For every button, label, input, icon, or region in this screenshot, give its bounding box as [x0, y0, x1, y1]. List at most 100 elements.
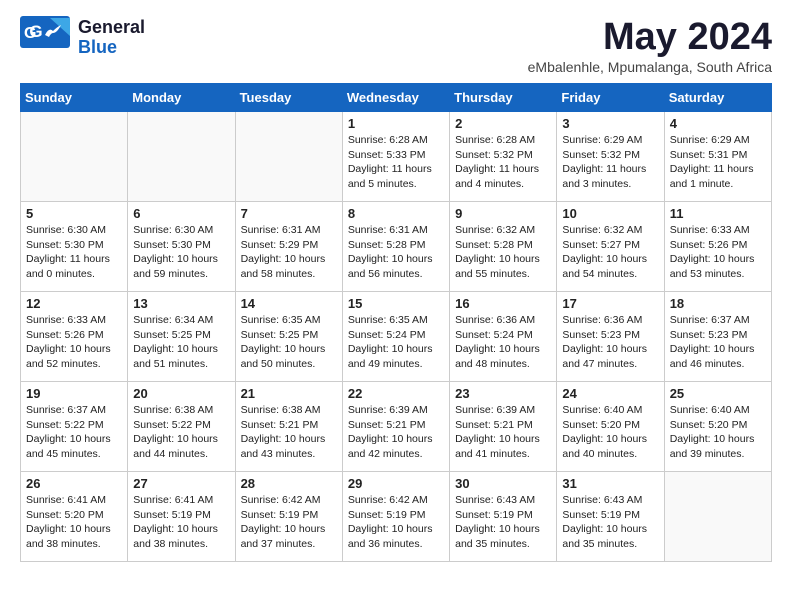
day-number: 2: [455, 116, 551, 131]
calendar-cell: 8Sunrise: 6:31 AMSunset: 5:28 PMDaylight…: [342, 202, 449, 292]
day-number: 4: [670, 116, 766, 131]
day-info: Sunrise: 6:33 AMSunset: 5:26 PMDaylight:…: [26, 313, 122, 372]
day-number: 15: [348, 296, 444, 311]
day-number: 23: [455, 386, 551, 401]
day-number: 16: [455, 296, 551, 311]
day-number: 3: [562, 116, 658, 131]
day-info: Sunrise: 6:37 AMSunset: 5:23 PMDaylight:…: [670, 313, 766, 372]
calendar-cell: 19 Sunrise: 6:37 AMSunset: 5:22 PMDayligh…: [21, 382, 128, 472]
location: eMbalenhle, Mpumalanga, South Africa: [528, 59, 772, 75]
title-section: May 2024 eMbalenhle, Mpumalanga, South A…: [528, 16, 772, 75]
calendar-table: SundayMondayTuesdayWednesdayThursdayFrid…: [20, 83, 772, 562]
calendar-cell: [235, 112, 342, 202]
page-header: G G General Blue May 2024 eMbalenhle, Mp…: [0, 0, 792, 83]
weekday-header-row: SundayMondayTuesdayWednesdayThursdayFrid…: [21, 84, 772, 112]
logo-text-general: General: [78, 18, 145, 38]
calendar-cell: 18 Sunrise: 6:37 AMSunset: 5:23 PMDayligh…: [664, 292, 771, 382]
day-info: Sunrise: 6:37 AMSunset: 5:22 PMDaylight:…: [26, 403, 122, 462]
day-number: 12: [26, 296, 122, 311]
day-number: 19: [26, 386, 122, 401]
day-info: Sunrise: 6:30 AMSunset: 5:30 PMDaylight:…: [26, 223, 122, 282]
calendar-cell: [21, 112, 128, 202]
calendar-cell: 26 Sunrise: 6:41 AMSunset: 5:20 PMDayligh…: [21, 472, 128, 562]
calendar-cell: 25 Sunrise: 6:40 AMSunset: 5:20 PMDayligh…: [664, 382, 771, 472]
day-number: 28: [241, 476, 337, 491]
day-number: 10: [562, 206, 658, 221]
day-info: Sunrise: 6:34 AMSunset: 5:25 PMDaylight:…: [133, 313, 229, 372]
day-number: 27: [133, 476, 229, 491]
weekday-header-sunday: Sunday: [21, 84, 128, 112]
calendar-cell: 10 Sunrise: 6:32 AMSunset: 5:27 PMDayligh…: [557, 202, 664, 292]
calendar-cell: 23 Sunrise: 6:39 AMSunset: 5:21 PMDayligh…: [450, 382, 557, 472]
day-info: Sunrise: 6:42 AMSunset: 5:19 PMDaylight:…: [348, 493, 444, 552]
calendar-cell: 16 Sunrise: 6:36 AMSunset: 5:24 PMDayligh…: [450, 292, 557, 382]
day-number: 8: [348, 206, 444, 221]
day-number: 1: [348, 116, 444, 131]
day-info: Sunrise: 6:35 AMSunset: 5:25 PMDaylight:…: [241, 313, 337, 372]
weekday-header-thursday: Thursday: [450, 84, 557, 112]
day-info: Sunrise: 6:30 AMSunset: 5:30 PMDaylight:…: [133, 223, 229, 282]
calendar-cell: 7Sunrise: 6:31 AMSunset: 5:29 PMDaylight…: [235, 202, 342, 292]
calendar-cell: 12 Sunrise: 6:33 AMSunset: 5:26 PMDayligh…: [21, 292, 128, 382]
day-info: Sunrise: 6:36 AMSunset: 5:24 PMDaylight:…: [455, 313, 551, 372]
day-info: Sunrise: 6:38 AMSunset: 5:21 PMDaylight:…: [241, 403, 337, 462]
day-number: 21: [241, 386, 337, 401]
day-number: 22: [348, 386, 444, 401]
day-number: 7: [241, 206, 337, 221]
calendar-cell: 15 Sunrise: 6:35 AMSunset: 5:24 PMDayligh…: [342, 292, 449, 382]
calendar-cell: 14 Sunrise: 6:35 AMSunset: 5:25 PMDayligh…: [235, 292, 342, 382]
day-info: Sunrise: 6:41 AMSunset: 5:19 PMDaylight:…: [133, 493, 229, 552]
calendar-cell: 17 Sunrise: 6:36 AMSunset: 5:23 PMDayligh…: [557, 292, 664, 382]
day-info: Sunrise: 6:41 AMSunset: 5:20 PMDaylight:…: [26, 493, 122, 552]
day-info: Sunrise: 6:28 AMSunset: 5:32 PMDaylight:…: [455, 133, 551, 192]
calendar-cell: 6 Sunrise: 6:30 AMSunset: 5:30 PMDaylight…: [128, 202, 235, 292]
day-number: 24: [562, 386, 658, 401]
day-info: Sunrise: 6:32 AMSunset: 5:27 PMDaylight:…: [562, 223, 658, 282]
calendar-cell: 2 Sunrise: 6:28 AMSunset: 5:32 PMDaylight…: [450, 112, 557, 202]
day-number: 13: [133, 296, 229, 311]
day-info: Sunrise: 6:39 AMSunset: 5:21 PMDaylight:…: [348, 403, 444, 462]
day-number: 17: [562, 296, 658, 311]
weekday-header-friday: Friday: [557, 84, 664, 112]
day-info: Sunrise: 6:39 AMSunset: 5:21 PMDaylight:…: [455, 403, 551, 462]
day-number: 14: [241, 296, 337, 311]
day-number: 30: [455, 476, 551, 491]
weekday-header-tuesday: Tuesday: [235, 84, 342, 112]
calendar-cell: 9Sunrise: 6:32 AMSunset: 5:28 PMDaylight…: [450, 202, 557, 292]
calendar-cell: 13 Sunrise: 6:34 AMSunset: 5:25 PMDayligh…: [128, 292, 235, 382]
day-info: Sunrise: 6:28 AMSunset: 5:33 PMDaylight:…: [348, 133, 444, 192]
day-info: Sunrise: 6:43 AMSunset: 5:19 PMDaylight:…: [562, 493, 658, 552]
weekday-header-saturday: Saturday: [664, 84, 771, 112]
calendar-cell: 30Sunrise: 6:43 AMSunset: 5:19 PMDayligh…: [450, 472, 557, 562]
day-info: Sunrise: 6:42 AMSunset: 5:19 PMDaylight:…: [241, 493, 337, 552]
day-info: Sunrise: 6:29 AMSunset: 5:32 PMDaylight:…: [562, 133, 658, 192]
day-number: 20: [133, 386, 229, 401]
day-info: Sunrise: 6:40 AMSunset: 5:20 PMDaylight:…: [670, 403, 766, 462]
day-number: 29: [348, 476, 444, 491]
day-number: 18: [670, 296, 766, 311]
weekday-header-wednesday: Wednesday: [342, 84, 449, 112]
calendar-cell: 3 Sunrise: 6:29 AMSunset: 5:32 PMDaylight…: [557, 112, 664, 202]
day-number: 25: [670, 386, 766, 401]
logo: G G General Blue: [20, 16, 145, 60]
week-row-3: 12 Sunrise: 6:33 AMSunset: 5:26 PMDayligh…: [21, 292, 772, 382]
day-number: 31: [562, 476, 658, 491]
day-info: Sunrise: 6:35 AMSunset: 5:24 PMDaylight:…: [348, 313, 444, 372]
calendar-cell: 4Sunrise: 6:29 AMSunset: 5:31 PMDaylight…: [664, 112, 771, 202]
day-info: Sunrise: 6:36 AMSunset: 5:23 PMDaylight:…: [562, 313, 658, 372]
day-info: Sunrise: 6:33 AMSunset: 5:26 PMDaylight:…: [670, 223, 766, 282]
calendar-cell: 21 Sunrise: 6:38 AMSunset: 5:21 PMDayligh…: [235, 382, 342, 472]
day-number: 11: [670, 206, 766, 221]
calendar-cell: 11 Sunrise: 6:33 AMSunset: 5:26 PMDayligh…: [664, 202, 771, 292]
week-row-4: 19 Sunrise: 6:37 AMSunset: 5:22 PMDayligh…: [21, 382, 772, 472]
calendar-cell: 5Sunrise: 6:30 AMSunset: 5:30 PMDaylight…: [21, 202, 128, 292]
calendar-cell: 27 Sunrise: 6:41 AMSunset: 5:19 PMDayligh…: [128, 472, 235, 562]
weekday-header-monday: Monday: [128, 84, 235, 112]
calendar-cell: 31 Sunrise: 6:43 AMSunset: 5:19 PMDayligh…: [557, 472, 664, 562]
day-number: 9: [455, 206, 551, 221]
day-number: 26: [26, 476, 122, 491]
calendar-cell: 29 Sunrise: 6:42 AMSunset: 5:19 PMDayligh…: [342, 472, 449, 562]
day-info: Sunrise: 6:38 AMSunset: 5:22 PMDaylight:…: [133, 403, 229, 462]
calendar-cell: 1 Sunrise: 6:28 AMSunset: 5:33 PMDaylight…: [342, 112, 449, 202]
day-number: 6: [133, 206, 229, 221]
